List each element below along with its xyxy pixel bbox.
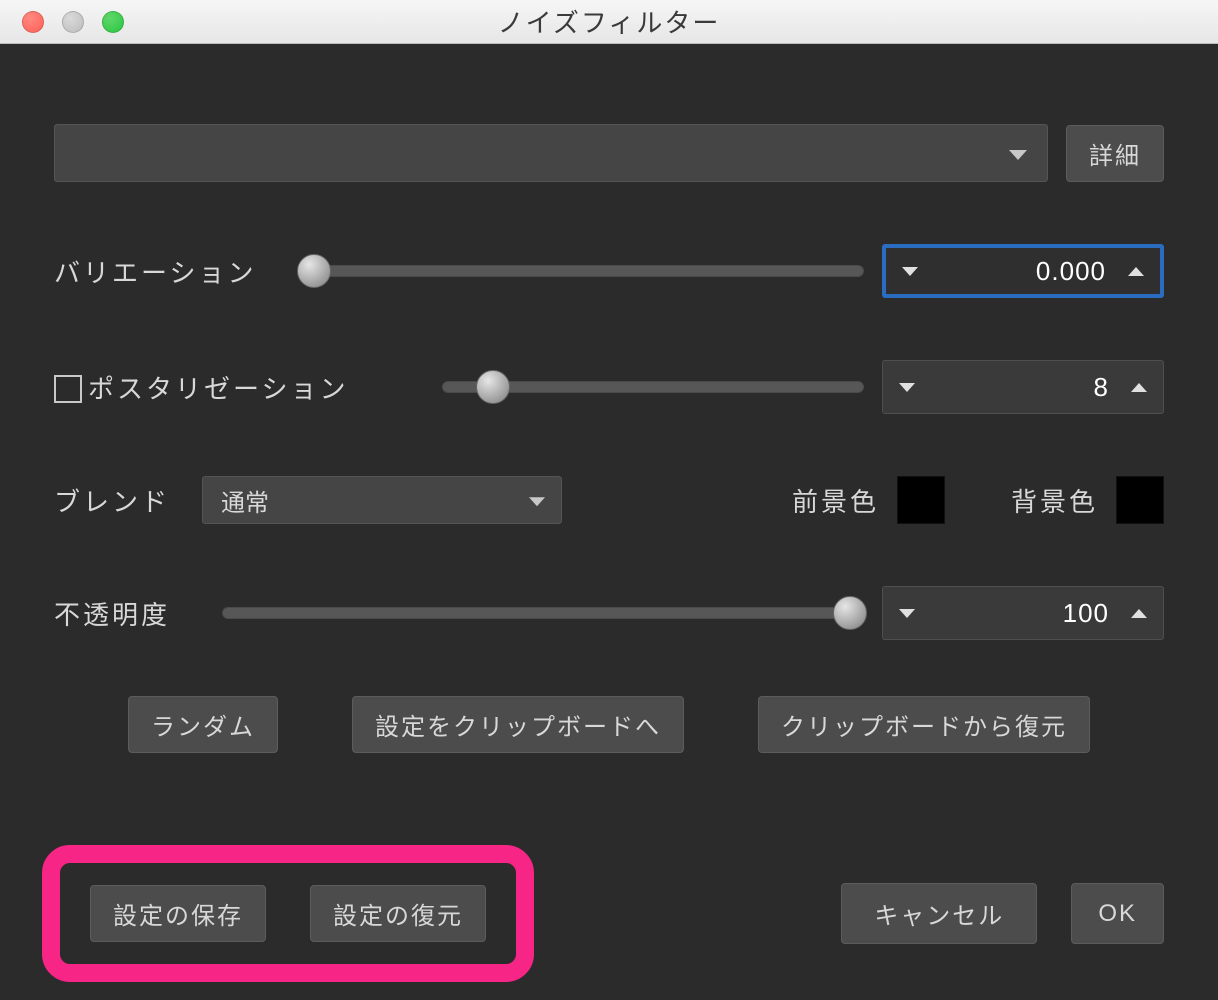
foreground-label: 前景色 [792, 482, 879, 519]
preset-dropdown[interactable] [54, 124, 1048, 182]
posterization-label-text: ポスタリゼーション [88, 369, 348, 406]
window-title: ノイズフィルター [0, 3, 1218, 40]
opacity-value[interactable]: 100 [931, 587, 1115, 639]
blend-selected: 通常 [221, 483, 269, 518]
restore-settings-button[interactable]: 設定の復元 [310, 885, 486, 942]
foreground-swatch[interactable] [897, 476, 945, 524]
copy-to-clipboard-button[interactable]: 設定をクリップボードへ [352, 696, 684, 753]
window-zoom-button[interactable] [102, 11, 124, 33]
blend-row: ブレンド 通常 前景色 背景色 [54, 476, 1164, 524]
variation-slider[interactable] [302, 253, 864, 289]
background-label: 背景色 [1011, 482, 1098, 519]
bottom-actions: 設定の保存 設定の復元 キャンセル OK [54, 845, 1164, 982]
detail-button[interactable]: 詳細 [1066, 125, 1164, 182]
random-button[interactable]: ランダム [128, 696, 278, 753]
posterization-decrement[interactable] [883, 361, 931, 413]
opacity-increment[interactable] [1115, 587, 1163, 639]
traffic-lights [0, 11, 124, 33]
posterization-row: ポスタリゼーション 8 [54, 360, 1164, 414]
preset-row: 詳細 [54, 124, 1164, 182]
variation-value[interactable]: 0.000 [934, 248, 1112, 294]
window-close-button[interactable] [22, 11, 44, 33]
posterization-checkbox-label[interactable]: ポスタリゼーション [54, 369, 424, 406]
background-swatch[interactable] [1116, 476, 1164, 524]
posterization-slider-thumb[interactable] [476, 370, 510, 404]
posterization-slider[interactable] [442, 369, 864, 405]
posterization-increment[interactable] [1115, 361, 1163, 413]
clipboard-actions: ランダム 設定をクリップボードへ クリップボードから復元 [54, 696, 1164, 753]
variation-increment[interactable] [1112, 248, 1160, 294]
restore-from-clipboard-button[interactable]: クリップボードから復元 [758, 696, 1090, 753]
posterization-checkbox[interactable] [54, 375, 82, 403]
opacity-slider[interactable] [222, 595, 864, 631]
annotation-highlight: 設定の保存 設定の復元 [42, 845, 534, 982]
opacity-decrement[interactable] [883, 587, 931, 639]
cancel-button[interactable]: キャンセル [841, 883, 1037, 944]
opacity-label: 不透明度 [54, 595, 204, 632]
opacity-row: 不透明度 100 [54, 586, 1164, 640]
variation-spinbox[interactable]: 0.000 [882, 244, 1164, 298]
posterization-spinbox[interactable]: 8 [882, 360, 1164, 414]
window-minimize-button[interactable] [62, 11, 84, 33]
variation-slider-thumb[interactable] [297, 254, 331, 288]
blend-dropdown[interactable]: 通常 [202, 476, 562, 524]
noise-filter-dialog: ノイズフィルター 詳細 バリエーション 0.000 [0, 0, 1218, 1000]
blend-label: ブレンド [54, 482, 184, 519]
save-settings-button[interactable]: 設定の保存 [90, 885, 266, 942]
titlebar: ノイズフィルター [0, 0, 1218, 44]
opacity-slider-thumb[interactable] [833, 596, 867, 630]
ok-button[interactable]: OK [1071, 883, 1164, 944]
variation-label: バリエーション [54, 253, 284, 290]
posterization-value[interactable]: 8 [931, 361, 1115, 413]
variation-row: バリエーション 0.000 [54, 244, 1164, 298]
dialog-confirm-actions: キャンセル OK [841, 883, 1164, 944]
variation-decrement[interactable] [886, 248, 934, 294]
opacity-spinbox[interactable]: 100 [882, 586, 1164, 640]
